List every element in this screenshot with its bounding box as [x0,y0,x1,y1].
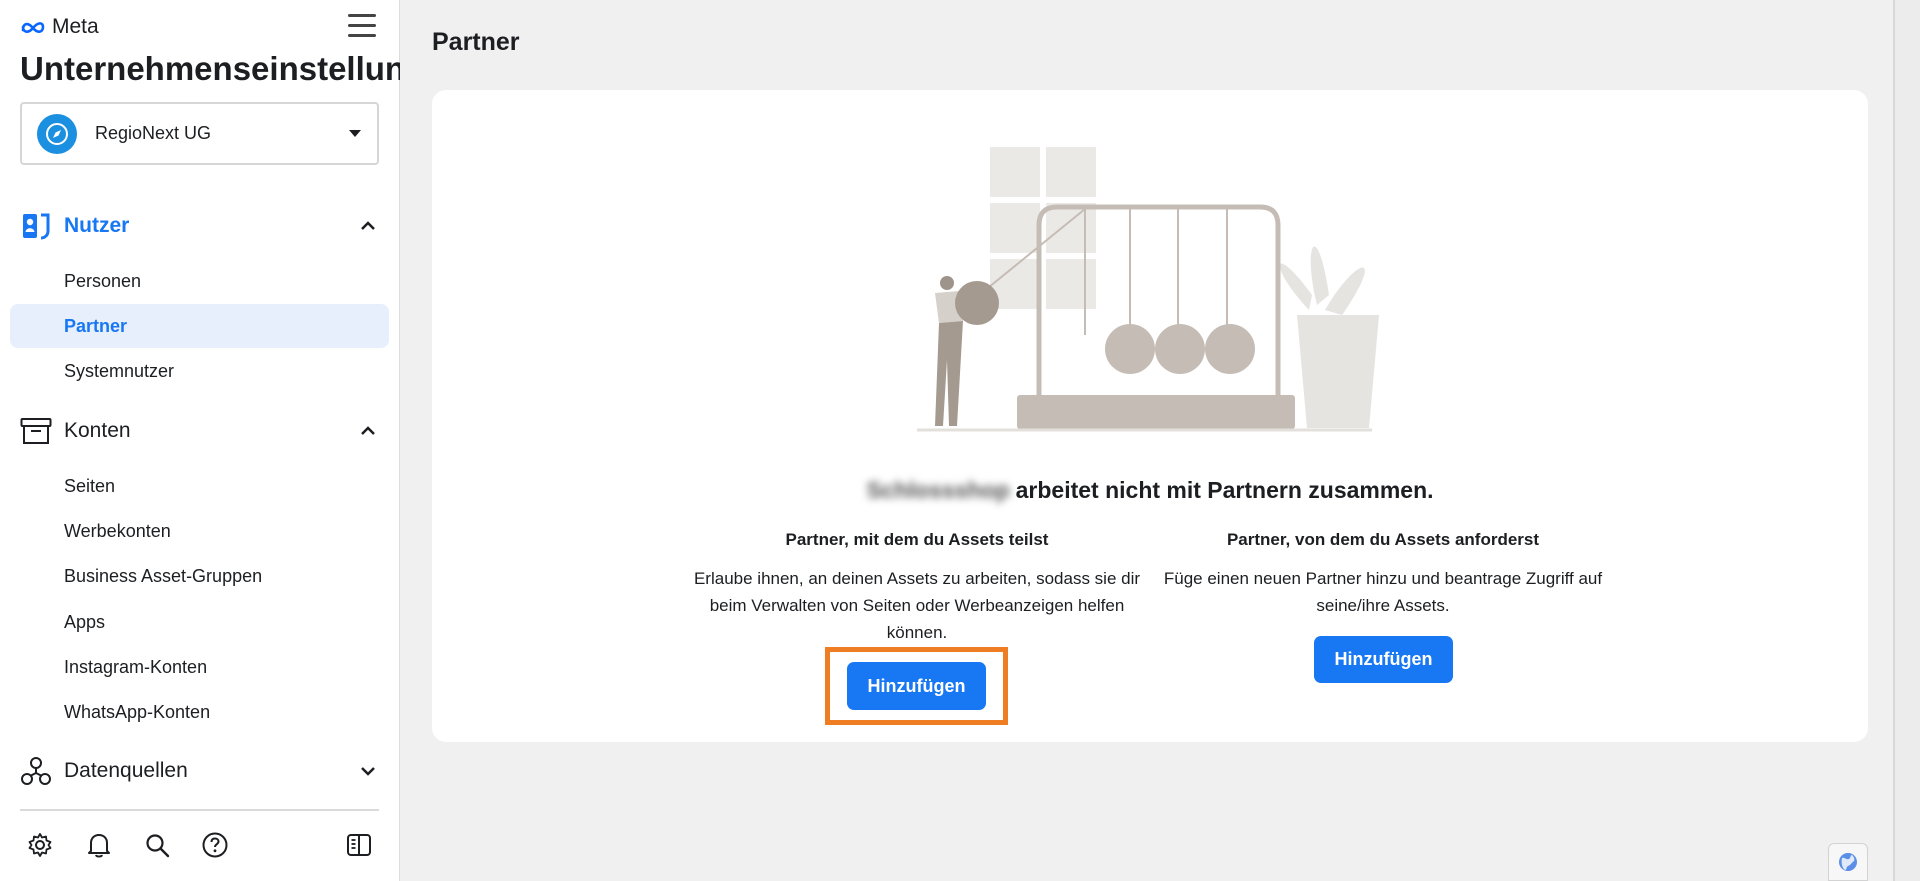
request-partner-description: Füge einen neuen Partner hinzu und beant… [1163,569,1603,615]
section-label-konten: Konten [64,419,131,442]
empty-state-card: Schlossshop arbeitet nicht mit Partnern z… [432,90,1868,742]
share-partner-description: Erlaube ihnen, an deinen Assets zu arbei… [693,569,1141,642]
section-konten[interactable]: Konten [20,412,380,450]
blurred-business-name: Schlossshop [866,477,1010,503]
chevron-down-icon [356,759,380,783]
meta-infinity-icon [21,22,45,33]
users-id-icon [20,210,52,242]
request-partner-column: Partner, von dem du Assets anforderst Fü… [1148,530,1618,619]
sidebar-item-business-asset-gruppen[interactable]: Business Asset-Gruppen [10,554,389,598]
panel-toggle-icon[interactable] [344,830,374,860]
sidebar-item-partner[interactable]: Partner [10,304,389,348]
caret-down-icon [349,130,361,137]
request-partner-title: Partner, von dem du Assets anforderst [1226,530,1540,549]
share-partner-title: Partner, mit dem du Assets teilst [785,530,1049,549]
globe-icon[interactable] [1828,843,1868,881]
menu-icon[interactable] [348,14,376,40]
settings-icon[interactable] [25,830,55,860]
add-share-partner-button[interactable]: Hinzufügen [847,662,986,710]
vertical-scrollbar[interactable] [1893,0,1920,881]
chevron-up-icon [356,214,380,238]
empty-state-headline: Schlossshop arbeitet nicht mit Partnern z… [432,477,1868,504]
sidebar-item-seiten[interactable]: Seiten [10,464,389,508]
app-title: Unternehmenseinstellungen [20,50,400,87]
business-selector[interactable]: RegioNext UG [20,102,379,165]
section-datenquellen[interactable]: Datenquellen [20,752,380,790]
section-label-nutzer: Nutzer [64,214,130,237]
bell-icon[interactable] [84,830,114,860]
add-request-partner-button[interactable]: Hinzufügen [1314,636,1453,683]
sidebar-item-werbekonten[interactable]: Werbekonten [10,509,389,553]
sidebar: Meta Unternehmenseinstellungen RegioNext… [0,0,400,881]
page-title: Partner [432,28,520,56]
share-partner-column: Partner, mit dem du Assets teilst Erlaub… [682,530,1152,646]
meta-logo[interactable]: Meta [20,15,99,39]
headline-text: arbeitet nicht mit Partnern zusammen. [1015,477,1434,503]
data-sources-icon [20,755,52,787]
compass-icon [46,122,68,145]
section-nutzer[interactable]: Nutzer [20,207,380,245]
sidebar-divider [20,809,379,811]
sidebar-item-apps[interactable]: Apps [10,600,389,644]
business-name: RegioNext UG [95,123,212,143]
sidebar-item-personen[interactable]: Personen [10,259,389,303]
meta-brand-label: Meta [52,15,99,38]
section-label-datenquellen: Datenquellen [64,759,188,782]
sidebar-item-instagram-konten[interactable]: Instagram-Konten [10,645,389,689]
newtons-cradle-illustration [917,147,1379,432]
business-avatar [37,113,77,154]
sidebar-item-systemnutzer[interactable]: Systemnutzer [10,349,389,393]
search-icon[interactable] [142,830,172,860]
help-icon[interactable] [200,830,230,860]
chevron-up-icon [356,419,380,443]
archive-box-icon [20,415,52,447]
sidebar-item-whatsapp-konten[interactable]: WhatsApp-Konten [10,690,389,734]
